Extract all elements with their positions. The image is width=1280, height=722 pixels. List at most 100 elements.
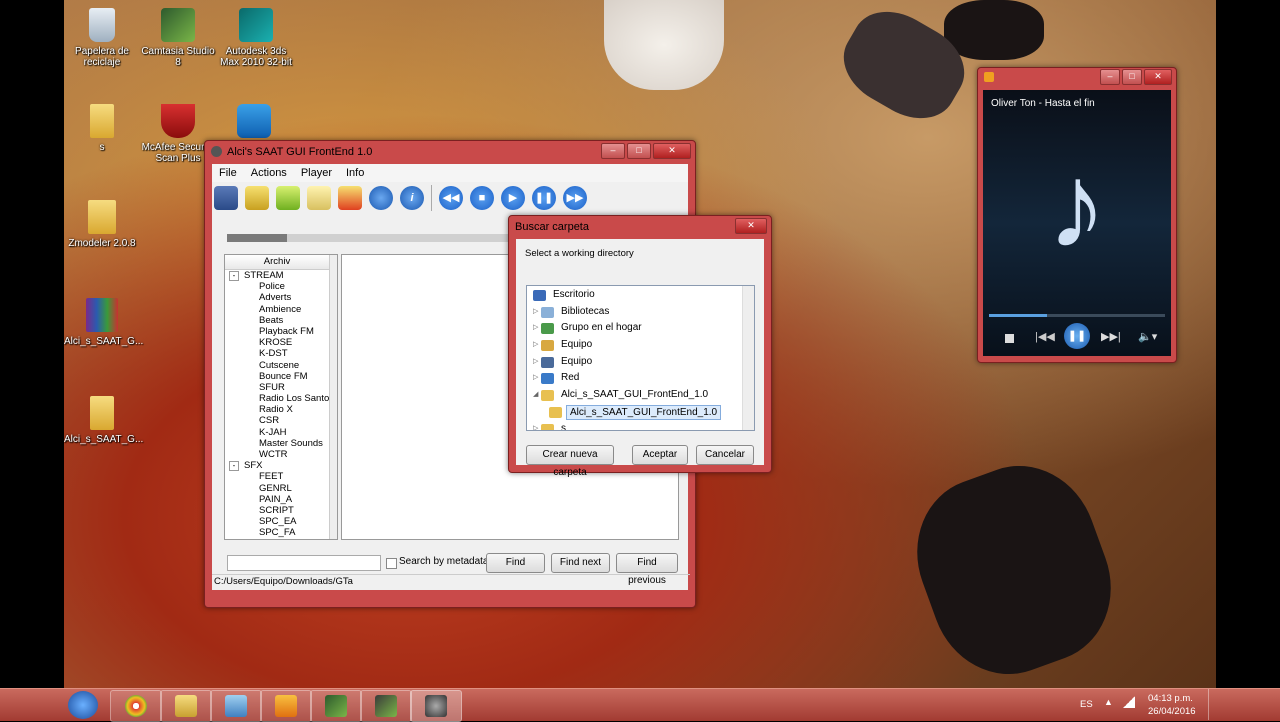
desktop-icon-3dsmax[interactable]: Autodesk 3ds Max 2010 32-bit: [218, 8, 294, 68]
tree-node[interactable]: Radio Los Santos: [229, 393, 337, 404]
player-previous-icon[interactable]: |◀◀: [1035, 330, 1055, 343]
volume-icon[interactable]: 🔈▾: [1138, 330, 1157, 343]
dialog-close-button[interactable]: ✕: [735, 218, 767, 234]
taskbar-button[interactable]: [160, 690, 212, 722]
play-icon[interactable]: ▶: [501, 186, 525, 210]
close-button[interactable]: ✕: [653, 143, 691, 159]
tree-node[interactable]: Adverts: [229, 292, 337, 303]
tree-header[interactable]: Archiv: [225, 255, 329, 270]
metadata-checkbox[interactable]: [386, 558, 397, 569]
tree-node[interactable]: SCRIPT: [229, 505, 337, 516]
network-icon[interactable]: [1123, 696, 1135, 708]
tree-node[interactable]: Cutscene: [229, 360, 337, 371]
delete-icon[interactable]: [338, 186, 362, 210]
menu-actions[interactable]: Actions: [244, 167, 294, 179]
stop-icon[interactable]: ■: [470, 186, 494, 210]
folder-expander-icon[interactable]: ▷: [533, 337, 538, 354]
folder-tree-item[interactable]: ▷ Equipo: [527, 354, 754, 371]
desktop-icon-zmodeler[interactable]: Zmodeler 2.0.8: [64, 200, 140, 249]
desktop-icon-camtasia[interactable]: Camtasia Studio 8: [140, 8, 216, 68]
menu-file[interactable]: File: [212, 167, 244, 179]
taskbar-button[interactable]: [310, 690, 362, 722]
taskbar-button[interactable]: [410, 690, 462, 722]
folder-expander-icon[interactable]: ◢: [533, 387, 538, 404]
menu-info[interactable]: Info: [339, 167, 371, 179]
open-folder-green-icon[interactable]: [276, 186, 300, 210]
open-folder-icon[interactable]: [245, 186, 269, 210]
cancel-button[interactable]: Cancelar: [696, 445, 754, 465]
start-button[interactable]: [68, 691, 98, 719]
tree-scrollbar[interactable]: [329, 255, 337, 539]
folder-tree-scrollbar[interactable]: [742, 286, 754, 430]
tree-node[interactable]: SPC_FA: [229, 527, 337, 538]
folder-expander-icon[interactable]: ▷: [533, 370, 538, 387]
tree-node[interactable]: SFUR: [229, 382, 337, 393]
tree-node[interactable]: K-JAH: [229, 427, 337, 438]
tray-show-hidden-icon[interactable]: ▲: [1104, 697, 1113, 707]
folder-tree-item[interactable]: Alci_s_SAAT_GUI_FrontEnd_1.0: [527, 404, 754, 421]
tree-node[interactable]: K-DST: [229, 348, 337, 359]
tree-expander-icon[interactable]: -: [229, 461, 239, 472]
find-next-button[interactable]: Find next: [551, 553, 610, 573]
tree-expander-icon[interactable]: -: [229, 271, 239, 281]
desktop-icon-folder-s[interactable]: s: [64, 104, 140, 153]
folder-tree-item[interactable]: ▷ Grupo en el hogar: [527, 320, 754, 337]
clock-date[interactable]: 26/04/2016: [1148, 706, 1196, 717]
taskbar-button[interactable]: [110, 690, 162, 722]
taskbar-button[interactable]: [210, 690, 262, 722]
player-titlebar[interactable]: – □ ✕: [978, 68, 1176, 86]
folder-tree-item[interactable]: ▷ s: [527, 421, 754, 430]
taskbar-button[interactable]: [260, 690, 312, 722]
tree-node[interactable]: GENRL: [229, 483, 337, 494]
tree-node[interactable]: WCTR: [229, 449, 337, 460]
show-desktop-button[interactable]: [1208, 689, 1221, 720]
tree-node[interactable]: SPC_EA: [229, 516, 337, 527]
tree-node[interactable]: CSR: [229, 415, 337, 426]
info-icon[interactable]: i: [400, 186, 424, 210]
tree-node[interactable]: PAIN_A: [229, 494, 337, 505]
rewind-icon[interactable]: ◀◀: [439, 186, 463, 210]
player-maximize-button[interactable]: □: [1122, 69, 1142, 85]
tree-node[interactable]: Playback FM: [229, 326, 337, 337]
settings-icon[interactable]: [307, 186, 331, 210]
desktop-icon-folder-saat[interactable]: Alci_s_SAAT_G...: [64, 396, 143, 445]
search-icon[interactable]: [369, 186, 393, 210]
menu-player[interactable]: Player: [294, 167, 339, 179]
dialog-titlebar[interactable]: Buscar carpeta ✕: [509, 216, 771, 238]
clock-time[interactable]: 04:13 p.m.: [1148, 693, 1193, 704]
ok-button[interactable]: Aceptar: [632, 445, 688, 465]
desktop-icon-winrar[interactable]: Alci_s_SAAT_G...: [64, 298, 143, 347]
tree-node[interactable]: - SFX: [229, 460, 337, 472]
taskbar-button[interactable]: [360, 690, 412, 722]
tree-node[interactable]: Bounce FM: [229, 371, 337, 382]
folder-tree-item[interactable]: ▷ Red: [527, 370, 754, 387]
folder-tree-item[interactable]: ▷ Bibliotecas: [527, 304, 754, 321]
minimize-button[interactable]: –: [601, 143, 625, 159]
tree-node[interactable]: Beats: [229, 315, 337, 326]
tree-node[interactable]: - STREAM: [229, 270, 337, 281]
tree-node[interactable]: KROSE: [229, 337, 337, 348]
fast-forward-icon[interactable]: ▶▶: [563, 186, 587, 210]
maximize-button[interactable]: □: [627, 143, 651, 159]
player-close-button[interactable]: ✕: [1144, 69, 1172, 85]
tree-node[interactable]: FEET: [229, 471, 337, 482]
player-minimize-button[interactable]: –: [1100, 69, 1120, 85]
folder-expander-icon[interactable]: ▷: [533, 320, 538, 337]
folder-expander-icon[interactable]: ▷: [533, 304, 538, 321]
folder-tree-item[interactable]: Escritorio: [527, 287, 754, 304]
player-stop-icon[interactable]: [1005, 334, 1014, 343]
tree-node[interactable]: Ambience: [229, 304, 337, 315]
find-button[interactable]: Find: [486, 553, 545, 573]
saat-titlebar[interactable]: Alci's SAAT GUI FrontEnd 1.0 – □ ✕: [205, 141, 695, 163]
save-icon[interactable]: [214, 186, 238, 210]
player-next-icon[interactable]: ▶▶|: [1101, 330, 1121, 343]
player-pause-icon[interactable]: ❚❚: [1064, 323, 1090, 349]
desktop-icon-recycle-bin[interactable]: Papelera de reciclaje: [64, 8, 140, 68]
folder-tree-item[interactable]: ▷ Equipo: [527, 337, 754, 354]
desktop-icon-teamviewer[interactable]: [216, 104, 292, 142]
folder-expander-icon[interactable]: ▷: [533, 354, 538, 371]
tree-node[interactable]: Master Sounds: [229, 438, 337, 449]
seek-bar[interactable]: [989, 314, 1165, 317]
language-indicator[interactable]: ES: [1080, 699, 1093, 710]
tree-node[interactable]: Radio X: [229, 404, 337, 415]
